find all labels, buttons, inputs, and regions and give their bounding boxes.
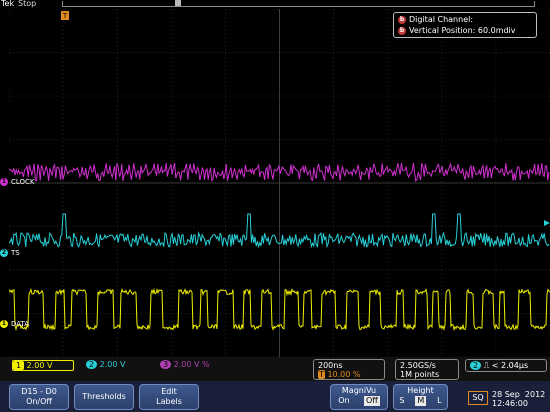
d15-d0-label: D15 - D0 — [21, 387, 57, 396]
graticule-grid — [9, 9, 550, 357]
info-line-2: Vertical Position: 60.0mdiv — [409, 26, 516, 35]
height-s-option[interactable]: S — [399, 396, 404, 406]
trigger-value: < 2.04μs — [491, 361, 529, 370]
trigger-channel: 2 — [470, 361, 482, 370]
sq-badge[interactable]: SQ — [468, 391, 488, 405]
clock-waveform — [9, 162, 550, 183]
trigger-readout[interactable]: 2 ⎍ < 2.04μs — [465, 359, 547, 372]
ch3-scale-readout[interactable]: 3 2.00 V % — [160, 360, 240, 371]
horizontal-readout[interactable]: 200ns T 10.00 % — [313, 359, 385, 380]
time-text: 12:46:00 — [492, 399, 528, 408]
date-text: 28 Sep 2012 — [492, 390, 546, 399]
channel-b-icon: b — [398, 26, 406, 35]
clock-label: CLOCK — [11, 178, 35, 186]
brand-logo: Tek — [1, 0, 15, 8]
trigger-marker-icon: T — [61, 11, 69, 20]
data-label: DATA — [11, 320, 30, 328]
edit-label: Edit — [161, 387, 177, 396]
info-line-1: Digital Channel: — [409, 15, 474, 24]
height-control[interactable]: Height S M L — [393, 384, 448, 410]
magnivu-off-option[interactable]: Off — [363, 396, 380, 406]
magnivu-on-option[interactable]: On — [338, 396, 349, 406]
acquisition-readout[interactable]: 2.50GS/s 1M points — [395, 359, 459, 380]
horizontal-scale: 200ns — [318, 361, 343, 370]
run-state: Stop — [18, 0, 37, 8]
trigger-position-icon: T — [318, 370, 325, 379]
d15-d0-onoff-button[interactable]: D15 - D0 On/Off — [9, 384, 69, 410]
info-box: b Digital Channel: b Vertical Position: 60… — [393, 12, 537, 38]
height-m-option[interactable]: M — [415, 396, 427, 406]
ch2-number: 2 — [86, 360, 98, 369]
record-view-window[interactable] — [175, 0, 181, 6]
height-title: Height — [407, 386, 434, 395]
channel-b-icon: b — [398, 15, 406, 24]
record-view-strip — [62, 1, 535, 7]
magnivu-control[interactable]: MagniVu On Off — [330, 384, 388, 410]
datetime: 28 Sep 2012 12:46:00 — [492, 390, 545, 408]
trigger-position: 10.00 % — [327, 370, 361, 379]
ch1-scale: 2.00 V — [26, 361, 53, 370]
labels-label: Labels — [156, 397, 182, 406]
sample-rate: 2.50GS/s — [400, 361, 436, 370]
magnivu-title: MagniVu — [341, 386, 377, 395]
trigger-level-arrow-icon — [544, 220, 550, 226]
ch2-scale: 2.00 V — [99, 360, 126, 369]
onoff-label: On/Off — [26, 397, 52, 406]
svg-text:T: T — [62, 12, 68, 20]
ts-channel-marker[interactable]: 2 — [0, 249, 8, 257]
ch3-suffix: % — [202, 360, 210, 369]
thresholds-label: Thresholds — [82, 392, 126, 401]
edit-labels-button[interactable]: Edit Labels — [139, 384, 199, 410]
record-length: 1M points — [400, 370, 440, 379]
ts-label: TS — [11, 249, 20, 257]
clock-channel-marker[interactable]: 1 — [0, 178, 8, 186]
thresholds-button[interactable]: Thresholds — [74, 384, 134, 410]
data-channel-marker[interactable]: 1 — [0, 320, 8, 328]
top-bar: Tek Stop — [0, 0, 550, 9]
height-l-option[interactable]: L — [437, 396, 441, 406]
ch3-number: 3 — [160, 360, 172, 369]
waveform-display: T — [9, 9, 550, 357]
pulse-trigger-icon: ⎍ — [483, 361, 490, 370]
ch1-number: 1 — [13, 361, 25, 370]
ch3-scale: 2.00 V — [173, 360, 200, 369]
ts-waveform — [9, 213, 550, 249]
ch1-scale-readout[interactable]: 1 2.00 V — [12, 360, 74, 371]
ch2-scale-readout[interactable]: 2 2.00 V — [86, 360, 148, 371]
